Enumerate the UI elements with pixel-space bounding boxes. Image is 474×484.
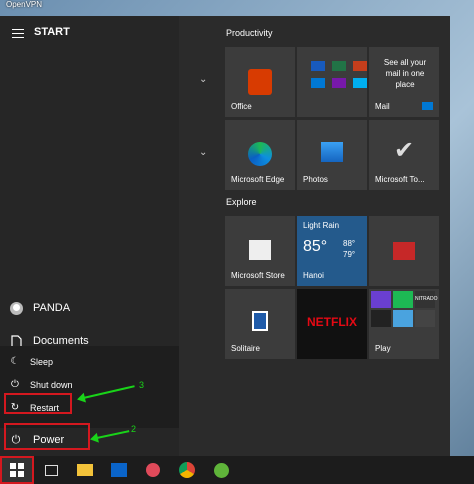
- task-view-icon[interactable]: [34, 456, 68, 484]
- mail-icon: [422, 102, 433, 110]
- edge-icon: [248, 142, 272, 166]
- shutdown-label: Shut down: [30, 379, 73, 390]
- taskbar: [0, 456, 474, 484]
- photos-icon: [321, 142, 343, 162]
- tile-office[interactable]: Office: [225, 47, 295, 117]
- user-account[interactable]: PANDA: [8, 300, 70, 316]
- tile-netflix[interactable]: NETFLIX: [297, 289, 367, 359]
- chevron-down-icon[interactable]: ⌄: [199, 74, 207, 85]
- weather-condition: Light Rain: [303, 221, 340, 230]
- moon-icon: ☾: [10, 356, 20, 367]
- tile-photos[interactable]: Photos: [297, 120, 367, 190]
- power-highlight: [4, 423, 90, 450]
- tile-store-label: Microsoft Store: [231, 271, 285, 280]
- weather-low: 79°: [343, 250, 356, 259]
- store-icon: [249, 240, 271, 260]
- refresh-app-icon[interactable]: [204, 456, 238, 484]
- netflix-logo: NETFLIX: [307, 315, 357, 329]
- power-menu: ☾ Sleep ⏻ Shut down ↻ Restart: [0, 346, 179, 428]
- group-productivity: Productivity: [226, 28, 273, 38]
- tile-office-apps[interactable]: [297, 47, 367, 117]
- tile-office-label: Office: [231, 102, 252, 111]
- tile-photos-label: Photos: [303, 175, 328, 184]
- start-left-column: START PANDA Documents ☾ Sleep ⏻ Shut dow…: [0, 16, 179, 456]
- desktop-label: OpenVPN: [6, 0, 43, 9]
- group-explore: Explore: [226, 197, 257, 207]
- hamburger-icon[interactable]: [12, 29, 24, 39]
- tile-store[interactable]: Microsoft Store: [225, 216, 295, 286]
- annotation-number-2: 2: [131, 424, 137, 434]
- tile-mail-label: Mail: [375, 102, 390, 111]
- chevron-down-icon[interactable]: ⌄: [199, 147, 207, 158]
- office-apps-icons: [311, 61, 367, 88]
- avatar: [8, 300, 24, 316]
- play-apps-icons: NITRADO: [371, 291, 438, 327]
- cards-icon: [252, 311, 268, 331]
- weather-high: 88°: [343, 239, 356, 248]
- tile-todo-label: Microsoft To...: [375, 175, 425, 184]
- power-icon: ⏻: [11, 379, 19, 390]
- tile-play[interactable]: NITRADO Play: [369, 289, 439, 359]
- start-menu: START PANDA Documents ☾ Sleep ⏻ Shut dow…: [0, 16, 450, 456]
- office-icon: [248, 69, 272, 95]
- tile-news[interactable]: [369, 216, 439, 286]
- tile-solitaire-label: Solitaire: [231, 344, 260, 353]
- snip-icon[interactable]: [136, 456, 170, 484]
- tile-solitaire[interactable]: Solitaire: [225, 289, 295, 359]
- user-name: PANDA: [33, 302, 71, 314]
- check-icon: ✔: [393, 137, 415, 164]
- mail-tile-text: See all your mail in one place: [383, 58, 427, 89]
- start-button[interactable]: [0, 456, 34, 484]
- tile-mail[interactable]: See all your mail in one place Mail: [369, 47, 439, 117]
- tile-edge[interactable]: Microsoft Edge: [225, 120, 295, 190]
- tile-edge-label: Microsoft Edge: [231, 175, 285, 184]
- news-icon: [393, 242, 415, 260]
- sleep-item[interactable]: ☾ Sleep: [8, 356, 54, 367]
- restart-highlight: [4, 393, 72, 414]
- weather-city: Hanoi: [303, 271, 324, 280]
- tile-weather[interactable]: Light Rain 85° 88° 79° Hanoi: [297, 216, 367, 286]
- chrome-icon[interactable]: [170, 456, 204, 484]
- weather-temp: 85°: [303, 238, 328, 255]
- annotation-number-3: 3: [139, 380, 145, 390]
- file-explorer-icon[interactable]: [68, 456, 102, 484]
- shutdown-item[interactable]: ⏻ Shut down: [8, 379, 73, 390]
- windows-icon: [10, 463, 24, 477]
- outlook-icon[interactable]: [102, 456, 136, 484]
- sleep-label: Sleep: [30, 356, 54, 367]
- tile-todo[interactable]: ✔ Microsoft To...: [369, 120, 439, 190]
- tile-play-label: Play: [375, 344, 391, 353]
- start-title: START: [34, 26, 70, 38]
